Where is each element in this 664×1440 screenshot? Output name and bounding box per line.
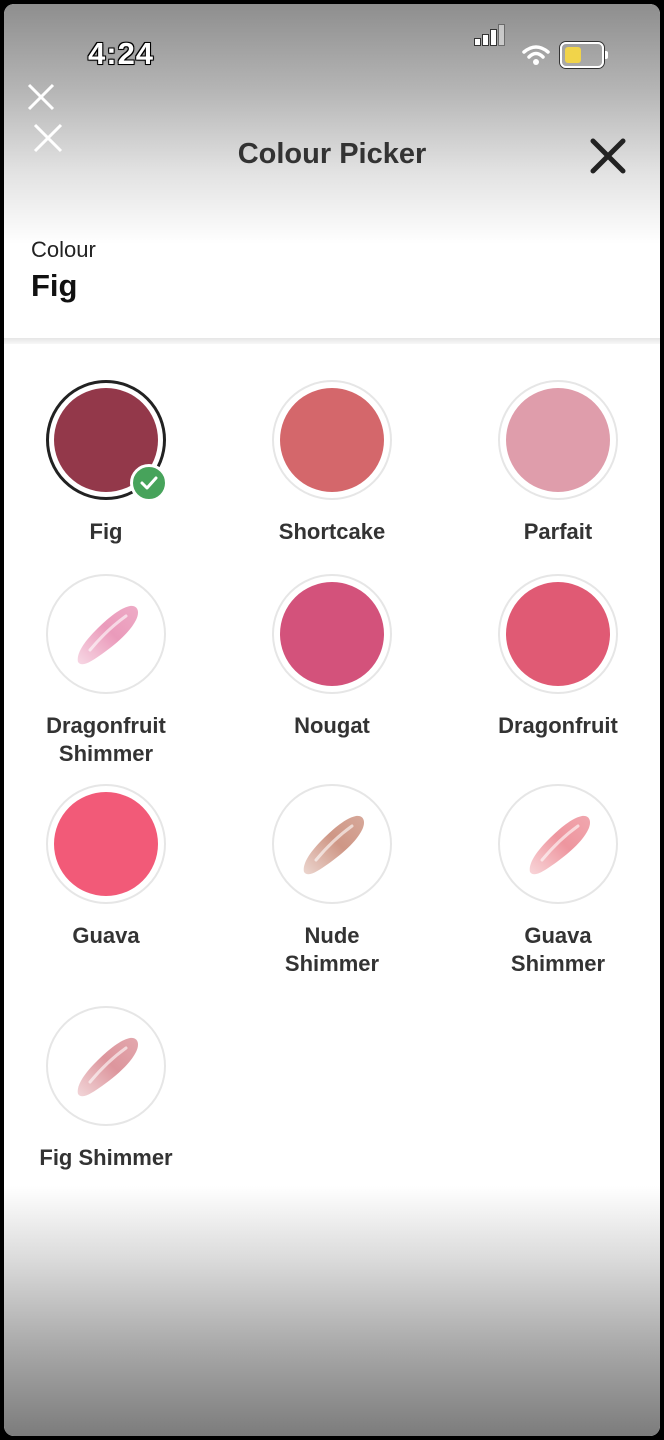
swatch-circle[interactable] [498,574,618,694]
shimmer-swatch-graphic [77,605,138,665]
swatch-label: Dragonfruit Shimmer [46,713,166,766]
shimmer-swatch-graphic [529,815,590,875]
swatch-grid: Fig Shortcake Parfait Dragonfruit Shimmer No… [4,4,660,1436]
phone-screen: 4:24 Colour Picker Colour Fig Fig Shortca… [4,4,660,1436]
swatch-guava-shimmer[interactable]: Guava Shimmer [458,784,658,976]
swatch-circle[interactable] [272,380,392,500]
checkmark-icon [130,464,168,502]
swatch-label: Guava [72,923,140,948]
swatch-label: Dragonfruit [498,713,618,738]
swatch-circle[interactable] [498,380,618,500]
colour-dot [280,388,384,492]
colour-dot [506,582,610,686]
shimmer-swatch-graphic [77,1037,138,1097]
swatch-fig[interactable]: Fig [6,380,206,550]
swatch-label: Nougat [294,713,370,738]
swatch-nougat[interactable]: Nougat [232,574,432,744]
swatch-label: Guava Shimmer [510,923,606,976]
colour-dot [280,582,384,686]
swatch-circle[interactable] [46,574,166,694]
colour-dot [54,792,158,896]
swatch-label: Shortcake [278,519,386,544]
swatch-label: Nude Shimmer [284,923,380,976]
swatch-shortcake[interactable]: Shortcake [232,380,432,550]
swatch-parfait[interactable]: Parfait [458,380,658,550]
swatch-circle[interactable] [46,784,166,904]
swatch-label: Fig [89,519,123,544]
swatch-dragonfruit[interactable]: Dragonfruit [458,574,658,744]
swatch-circle[interactable] [46,1006,166,1126]
swatch-label: Parfait [523,519,593,544]
swatch-label: Fig Shimmer [39,1145,173,1170]
shimmer-swatch-graphic [303,815,364,875]
swatch-circle[interactable] [272,574,392,694]
swatch-circle[interactable] [498,784,618,904]
swatch-nude-shimmer[interactable]: Nude Shimmer [232,784,432,976]
swatch-fig-shimmer[interactable]: Fig Shimmer [6,1006,206,1176]
swatch-circle[interactable] [272,784,392,904]
colour-dot [506,388,610,492]
swatch-guava[interactable]: Guava [6,784,206,954]
swatch-dragonfruit-shimmer[interactable]: Dragonfruit Shimmer [6,574,206,766]
